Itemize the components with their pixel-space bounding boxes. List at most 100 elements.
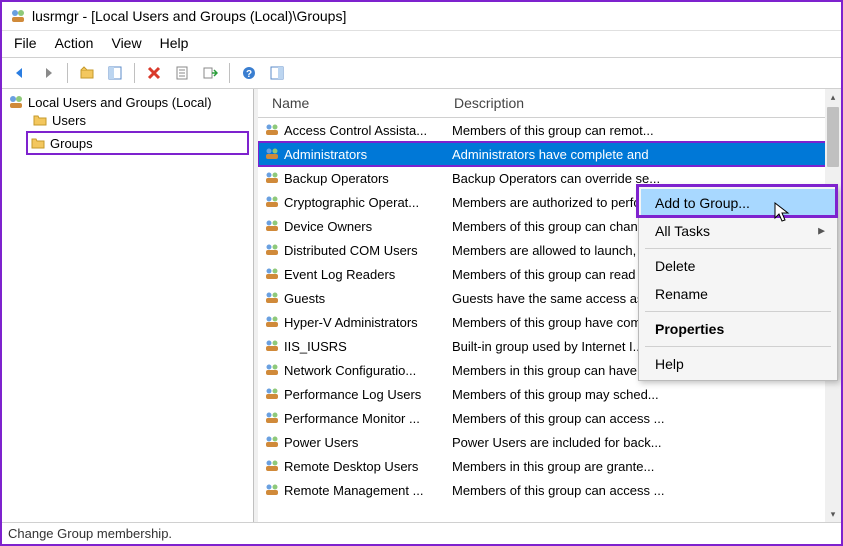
group-description: Members of this group can access ... [452, 483, 841, 498]
list-header: Name Description [258, 89, 841, 118]
context-menu-add-to-group[interactable]: Add to Group... [641, 189, 835, 217]
group-icon [264, 482, 284, 498]
group-name: Hyper-V Administrators [284, 315, 452, 330]
toolbar-separator [229, 63, 230, 83]
group-name: Remote Desktop Users [284, 459, 452, 474]
menu-action[interactable]: Action [55, 35, 94, 51]
group-name: Cryptographic Operat... [284, 195, 452, 210]
group-name: Access Control Assista... [284, 123, 452, 138]
folder-icon [30, 135, 46, 151]
group-name: Network Configuratio... [284, 363, 452, 378]
group-row[interactable]: Remote Management ...Members of this gro… [258, 478, 841, 502]
group-icon [264, 242, 284, 258]
context-menu: Add to Group... All Tasks ▶ Delete Renam… [638, 186, 838, 381]
group-name: Distributed COM Users [284, 243, 452, 258]
tree-item-users[interactable]: Users [30, 111, 249, 129]
group-row[interactable]: Performance Monitor ...Members of this g… [258, 406, 841, 430]
group-icon [264, 218, 284, 234]
group-row[interactable]: Access Control Assista...Members of this… [258, 118, 841, 142]
toolbar: ? [2, 57, 841, 89]
back-button[interactable] [8, 61, 32, 85]
toolbar-separator [67, 63, 68, 83]
group-icon [264, 146, 284, 162]
group-name: Power Users [284, 435, 452, 450]
group-icon [264, 170, 284, 186]
submenu-arrow-icon: ▶ [818, 226, 825, 237]
folder-icon [32, 112, 48, 128]
scroll-down-icon[interactable]: ▾ [825, 506, 841, 522]
group-row[interactable]: Remote Desktop UsersMembers in this grou… [258, 454, 841, 478]
group-icon [264, 122, 284, 138]
scroll-thumb[interactable] [827, 107, 839, 167]
statusbar: Change Group membership. [2, 522, 841, 544]
context-menu-help[interactable]: Help [641, 350, 835, 378]
tree-item-groups[interactable]: Groups [26, 131, 249, 155]
tree-pane[interactable]: Local Users and Groups (Local) Users Gro… [2, 89, 254, 522]
group-name: Remote Management ... [284, 483, 452, 498]
tree-item-label: Users [52, 113, 86, 128]
tree-item-label: Groups [50, 136, 93, 151]
column-header-name[interactable]: Name [266, 95, 454, 111]
group-row[interactable]: Power UsersPower Users are included for … [258, 430, 841, 454]
window-title: lusrmgr - [Local Users and Groups (Local… [32, 8, 346, 24]
menu-help[interactable]: Help [160, 35, 189, 51]
delete-button[interactable] [142, 61, 166, 85]
group-description: Members of this group may sched... [452, 387, 841, 402]
group-icon [264, 410, 284, 426]
group-icon [264, 434, 284, 450]
group-name: IIS_IUSRS [284, 339, 452, 354]
group-description: Members of this group can access ... [452, 411, 841, 426]
up-level-button[interactable] [75, 61, 99, 85]
export-list-button[interactable] [198, 61, 222, 85]
column-header-description[interactable]: Description [454, 95, 833, 111]
group-name: Guests [284, 291, 452, 306]
tree-root-label: Local Users and Groups (Local) [28, 95, 212, 110]
action-pane-button[interactable] [265, 61, 289, 85]
menu-separator [645, 346, 831, 347]
group-name: Device Owners [284, 219, 452, 234]
help-button[interactable]: ? [237, 61, 261, 85]
show-hide-tree-button[interactable] [103, 61, 127, 85]
titlebar: lusrmgr - [Local Users and Groups (Local… [2, 2, 841, 31]
console-root-icon [8, 94, 24, 110]
menu-separator [645, 248, 831, 249]
toolbar-separator [134, 63, 135, 83]
group-icon [264, 458, 284, 474]
group-icon [264, 362, 284, 378]
group-icon [264, 338, 284, 354]
group-name: Backup Operators [284, 171, 452, 186]
group-icon [264, 194, 284, 210]
menu-file[interactable]: File [14, 35, 37, 51]
group-icon [264, 290, 284, 306]
tree-root-node[interactable]: Local Users and Groups (Local) [6, 93, 249, 111]
forward-button[interactable] [36, 61, 60, 85]
group-name: Performance Log Users [284, 387, 452, 402]
group-row[interactable]: Performance Log UsersMembers of this gro… [258, 382, 841, 406]
group-icon [264, 386, 284, 402]
group-icon [264, 314, 284, 330]
svg-text:?: ? [246, 69, 252, 80]
group-name: Administrators [284, 147, 452, 162]
group-description: Members of this group can remot... [452, 123, 841, 138]
menu-view[interactable]: View [111, 35, 141, 51]
scroll-up-icon[interactable]: ▴ [825, 89, 841, 105]
menubar: File Action View Help [2, 31, 841, 57]
status-text: Change Group membership. [8, 526, 172, 541]
group-name: Performance Monitor ... [284, 411, 452, 426]
mmc-window: lusrmgr - [Local Users and Groups (Local… [0, 0, 843, 546]
context-menu-delete[interactable]: Delete [641, 252, 835, 280]
menu-separator [645, 311, 831, 312]
group-row[interactable]: AdministratorsAdministrators have comple… [258, 142, 841, 166]
context-menu-all-tasks[interactable]: All Tasks ▶ [641, 217, 835, 245]
group-description: Members in this group are grante... [452, 459, 841, 474]
group-description: Backup Operators can override se... [452, 171, 841, 186]
group-description: Power Users are included for back... [452, 435, 841, 450]
app-icon [10, 8, 26, 24]
context-menu-label: All Tasks [655, 223, 710, 239]
group-name: Event Log Readers [284, 267, 452, 282]
context-menu-rename[interactable]: Rename [641, 280, 835, 308]
properties-button[interactable] [170, 61, 194, 85]
context-menu-properties[interactable]: Properties [641, 315, 835, 343]
group-icon [264, 266, 284, 282]
group-description: Administrators have complete and [452, 147, 841, 162]
